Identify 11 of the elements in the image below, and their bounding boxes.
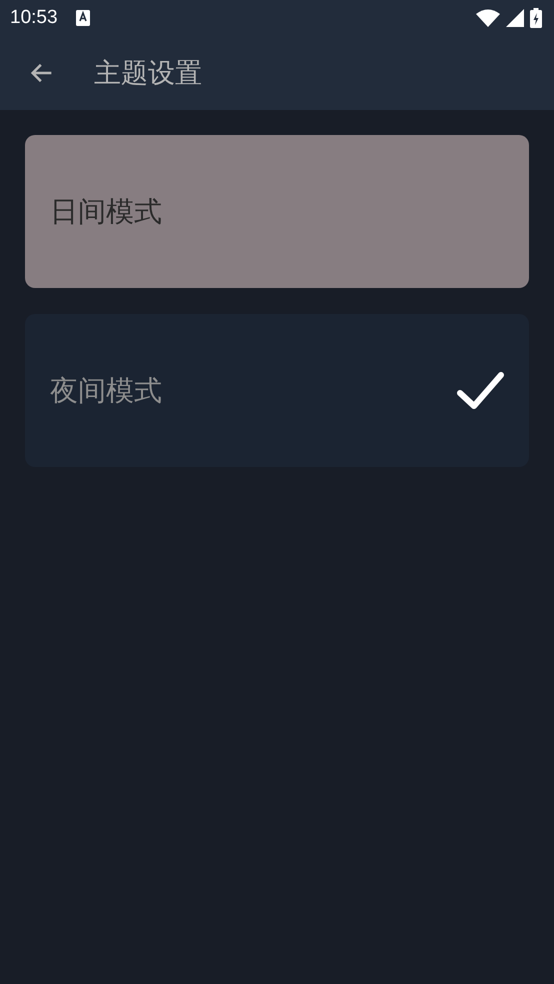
- status-time: 10:53: [10, 7, 58, 29]
- battery-icon: [530, 8, 542, 28]
- wifi-icon: [476, 9, 500, 27]
- page-title: 主题设置: [94, 57, 202, 91]
- checkmark-icon: [457, 370, 505, 410]
- theme-label: 日间模式: [50, 194, 162, 230]
- theme-label: 夜间模式: [50, 372, 162, 408]
- theme-option[interactable]: 日间模式: [25, 135, 529, 288]
- signal-icon: [506, 9, 524, 27]
- notification-icon: [76, 10, 90, 26]
- theme-option[interactable]: 夜间模式: [25, 314, 529, 467]
